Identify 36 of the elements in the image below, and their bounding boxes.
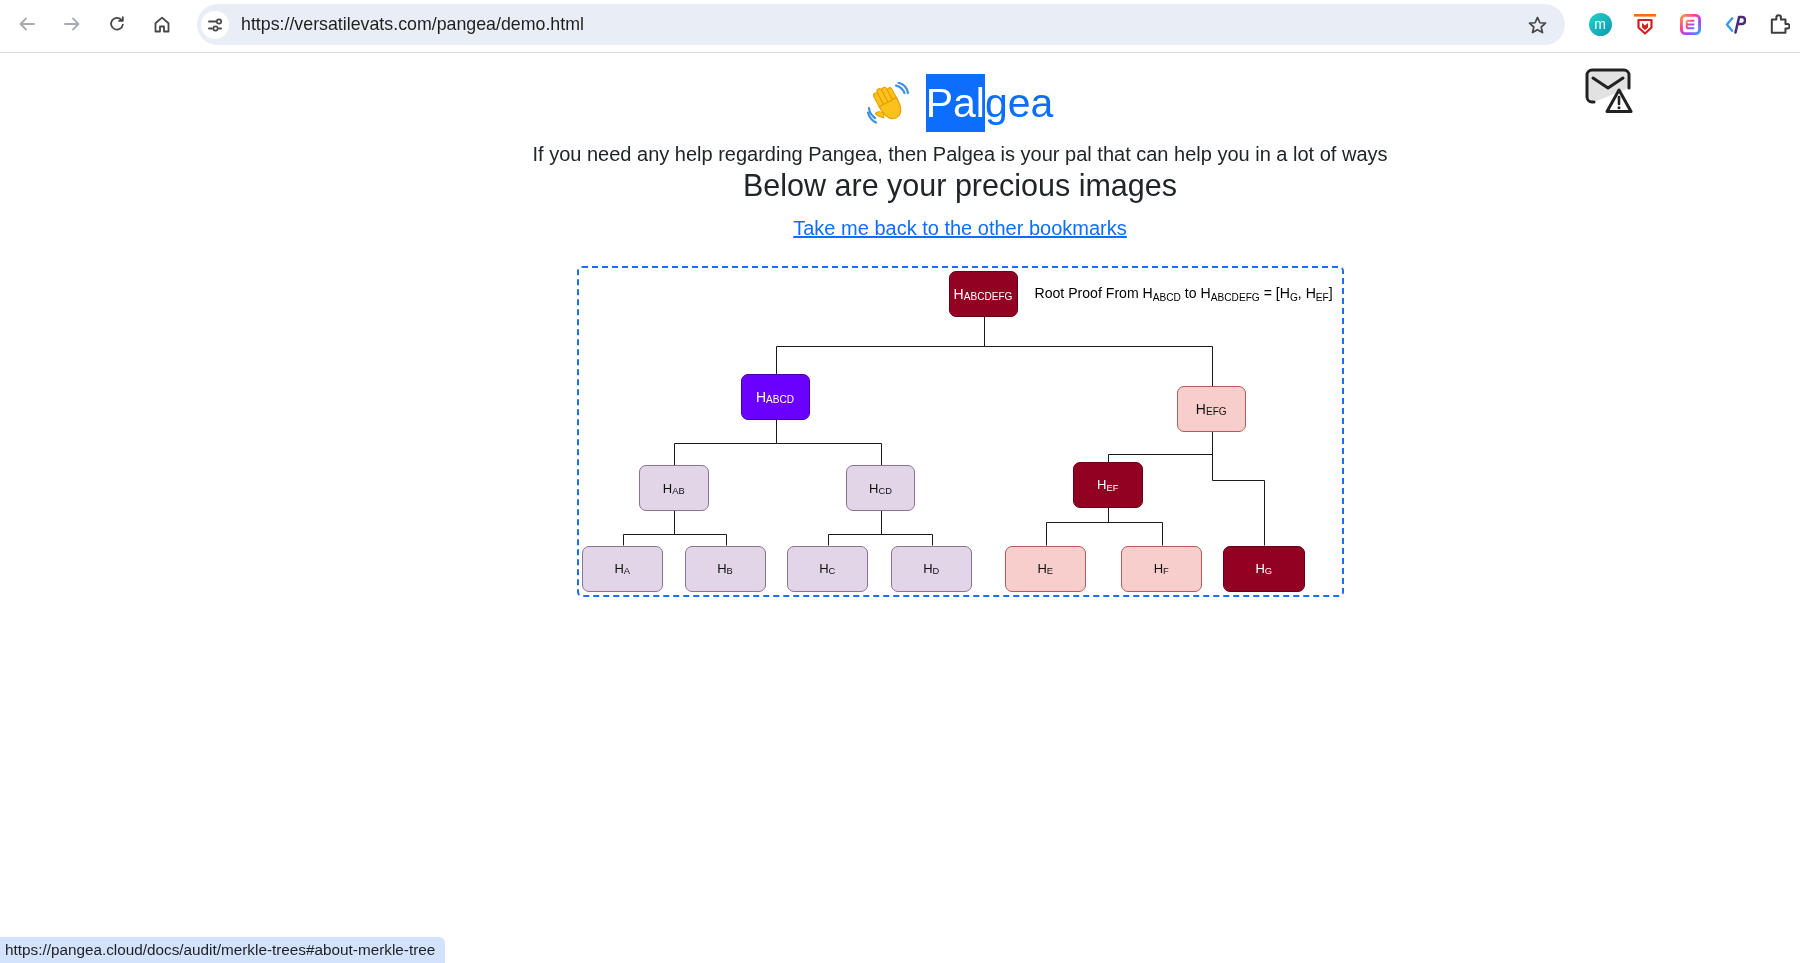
mail-warning-icon[interactable] bbox=[1585, 68, 1633, 114]
subtitle-text: If you need any help regarding Pangea, then Palgea is your pal that can help you in a lot of ways bbox=[531, 142, 1389, 166]
address-bar[interactable]: https://versatilevats.com/pangea/demo.html bbox=[197, 4, 1565, 45]
tree-node: H$_{AB}$ bbox=[639, 465, 709, 511]
tree-node: H$_{E}$ bbox=[1004, 545, 1086, 592]
tree-node: H$_{B}$ bbox=[684, 545, 766, 592]
tree-node: H$_{F}$ bbox=[1120, 545, 1202, 592]
code-brackets-icon[interactable] bbox=[1724, 14, 1746, 34]
tree-node: H$_{ABCD}$ bbox=[740, 374, 810, 420]
gradient-square-icon[interactable] bbox=[1679, 13, 1701, 35]
tree-node: H$_{CD}$ bbox=[846, 465, 915, 511]
tree-node: H$_{EF}$ bbox=[1073, 462, 1143, 508]
tree-node: H$_{G}$ bbox=[1223, 545, 1305, 592]
reload-icon[interactable] bbox=[109, 16, 125, 32]
title-text: gea bbox=[984, 79, 1054, 128]
title-text-highlighted: Pal bbox=[925, 74, 985, 132]
tree-node: H$_{D}$ bbox=[890, 545, 972, 592]
url-text: https://versatilevats.com/pangea/demo.html bbox=[241, 13, 584, 37]
tree-node: H$_{ABCDEFG}$ bbox=[948, 271, 1018, 317]
tree-node: H$_{EFG}$ bbox=[1177, 386, 1246, 432]
connector-line bbox=[880, 510, 933, 546]
link-status-url: https://pangea.cloud/docs/audit/merkle-trees#about-merkle-tree bbox=[0, 937, 446, 963]
connector-line bbox=[673, 510, 727, 546]
home-icon[interactable] bbox=[154, 15, 170, 33]
tree-node: H$_{A}$ bbox=[582, 545, 663, 592]
section-heading: Below are your precious images bbox=[742, 167, 1178, 203]
extension-button[interactable]: m bbox=[1588, 12, 1612, 36]
shield-icon[interactable] bbox=[1634, 13, 1656, 35]
tree-node: H$_{C}$ bbox=[786, 545, 868, 592]
star-icon[interactable] bbox=[1528, 15, 1547, 34]
waving-hand-icon bbox=[866, 82, 909, 124]
site-settings-icon[interactable] bbox=[201, 10, 229, 39]
proof-annotation: Root Proof From H$_{ABCD}$ to H$_{ABCDEFG}$ = [H$_{G}$, H$_{EF}$] bbox=[1034, 285, 1333, 301]
connector-line bbox=[1107, 507, 1163, 546]
puzzle-icon[interactable] bbox=[1770, 14, 1790, 34]
bookmarks-link[interactable]: Take me back to the other bookmarks bbox=[793, 217, 1127, 239]
